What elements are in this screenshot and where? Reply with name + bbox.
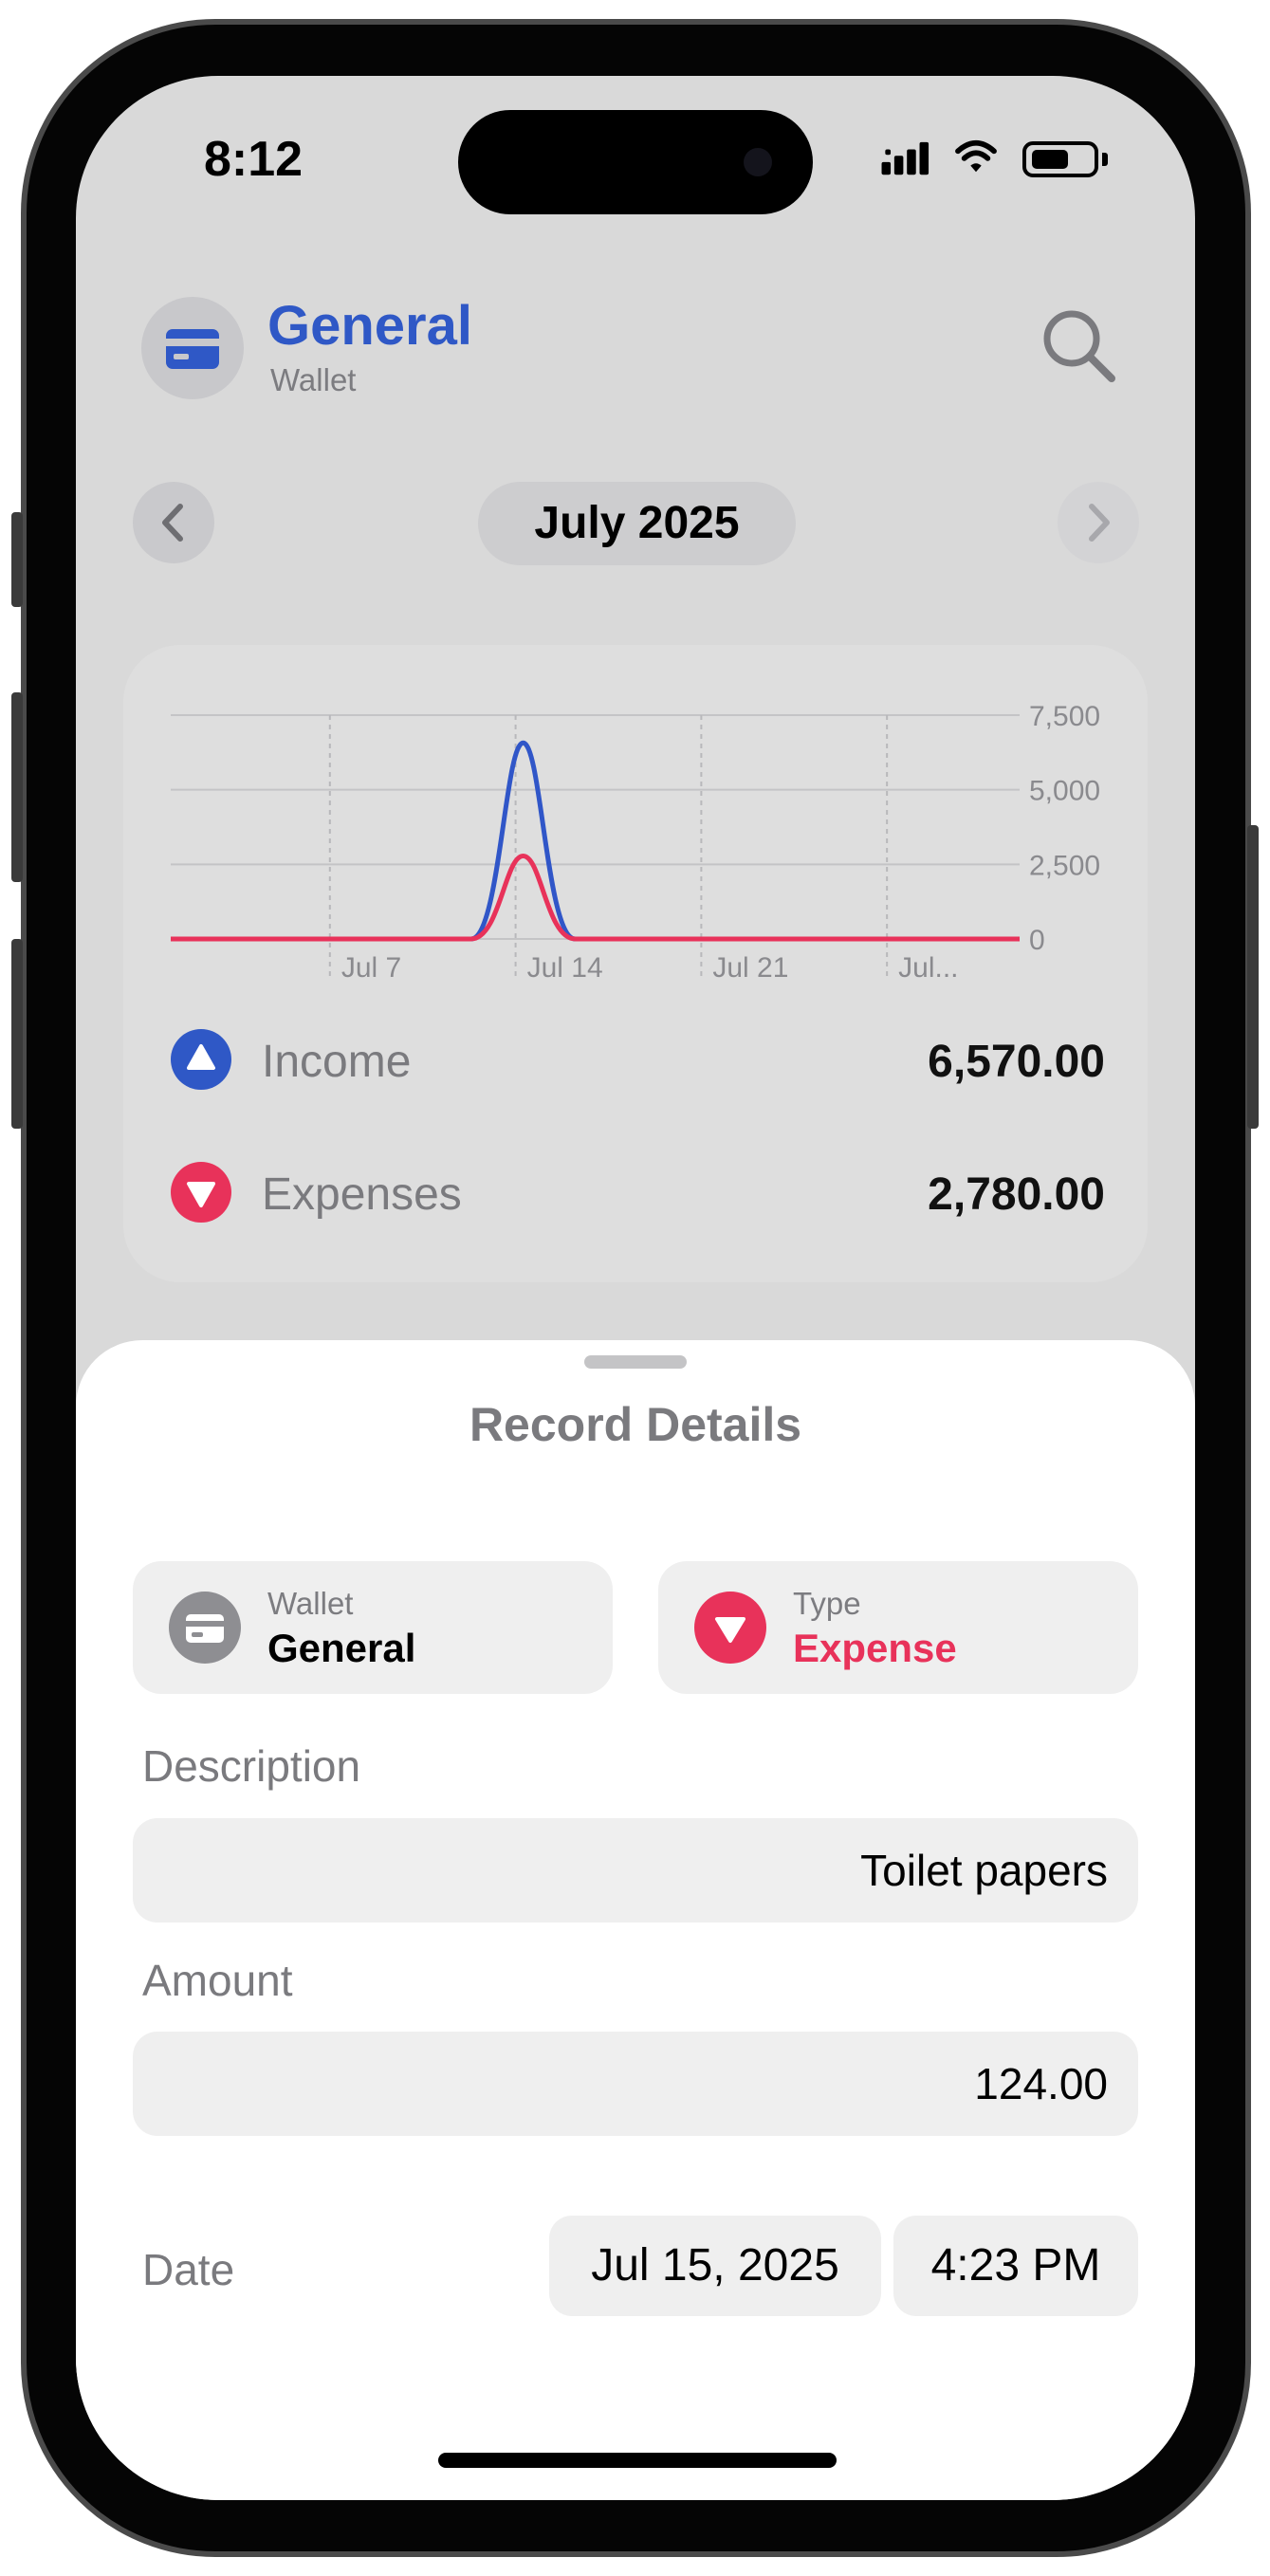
amount-value: 124.00 [974, 2059, 1108, 2108]
type-tile-label: Type [793, 1586, 861, 1621]
type-tile-icon-bg [694, 1592, 766, 1664]
triangle-down-icon [715, 1617, 745, 1643]
battery-cap [1102, 153, 1108, 166]
sheet-title: Record Details [469, 1398, 802, 1451]
amount-label: Amount [142, 1956, 293, 2005]
y-tick-label: 0 [1029, 925, 1045, 956]
screen: 8:12 General Wallet July 2025 7,500 5,00… [76, 76, 1195, 2500]
volume-up-button [11, 692, 23, 882]
x-tick-label: Jul 14 [527, 952, 603, 984]
summary-card: 7,500 5,000 2,500 0 Jul 7 Jul 14 Jul 21 Jul... … [123, 645, 1148, 1282]
action-button [11, 512, 23, 607]
income-label: Income [262, 1037, 412, 1087]
x-tick-label: Jul 7 [341, 952, 401, 984]
y-tick-label: 7,500 [1029, 701, 1100, 732]
date-label: Date [142, 2245, 235, 2294]
series-line-expenses [171, 854, 1020, 942]
x-tick-label: Jul... [898, 952, 958, 984]
wallet-card-icon [166, 329, 219, 369]
date-picker-button[interactable]: Jul 15, 2025 [549, 2216, 881, 2316]
wallet-card-icon [186, 1614, 224, 1643]
wallet-avatar[interactable] [141, 297, 244, 399]
wallet-tile-label: Wallet [267, 1586, 354, 1621]
type-tile-value: Expense [793, 1626, 957, 1670]
volume-down-button [11, 939, 23, 1129]
previous-month-button[interactable] [133, 482, 214, 563]
income-indicator [171, 1029, 231, 1090]
description-field[interactable]: Toilet papers [133, 1818, 1138, 1923]
chevron-right-icon [1089, 504, 1110, 542]
x-tick-label: Jul 21 [712, 952, 788, 984]
camera [744, 148, 772, 176]
series-line-income [171, 740, 1020, 942]
description-label: Description [142, 1741, 361, 1791]
description-value: Toilet papers [860, 1846, 1108, 1895]
time-picker-button[interactable]: 4:23 PM [893, 2216, 1138, 2316]
next-month-button[interactable] [1058, 482, 1139, 563]
income-value: 6,570.00 [928, 1037, 1105, 1087]
amount-field[interactable]: 124.00 [133, 2032, 1138, 2136]
wallet-title[interactable]: General [267, 294, 472, 358]
triangle-down-icon [187, 1182, 215, 1207]
wallet-subtitle: Wallet [270, 362, 357, 397]
battery-icon [1022, 141, 1098, 177]
signal-icon [881, 141, 929, 175]
sheet-grabber[interactable] [584, 1355, 687, 1369]
expenses-indicator [171, 1162, 231, 1223]
wallet-tile-value: General [267, 1626, 416, 1670]
record-details-sheet: Record Details Wallet General Type Expen… [76, 1340, 1195, 2500]
type-tile[interactable]: Type Expense [658, 1561, 1138, 1694]
wallet-tile[interactable]: Wallet General [133, 1561, 613, 1694]
chevron-left-icon [162, 504, 183, 542]
wallet-tile-icon-bg [169, 1592, 241, 1664]
month-selector[interactable]: July 2025 [478, 482, 796, 565]
y-tick-label: 5,000 [1029, 776, 1100, 807]
expenses-label: Expenses [262, 1169, 462, 1220]
search-icon[interactable] [1040, 306, 1119, 386]
y-tick-label: 2,500 [1029, 850, 1100, 881]
home-indicator [438, 2453, 837, 2468]
power-button [1247, 825, 1259, 1129]
triangle-up-icon [187, 1044, 215, 1070]
expenses-value: 2,780.00 [928, 1169, 1105, 1220]
status-time: 8:12 [204, 132, 304, 187]
wifi-icon [955, 139, 997, 173]
line-chart: 7,500 5,000 2,500 0 Jul 7 Jul 14 Jul 21 Jul... [171, 701, 1100, 984]
